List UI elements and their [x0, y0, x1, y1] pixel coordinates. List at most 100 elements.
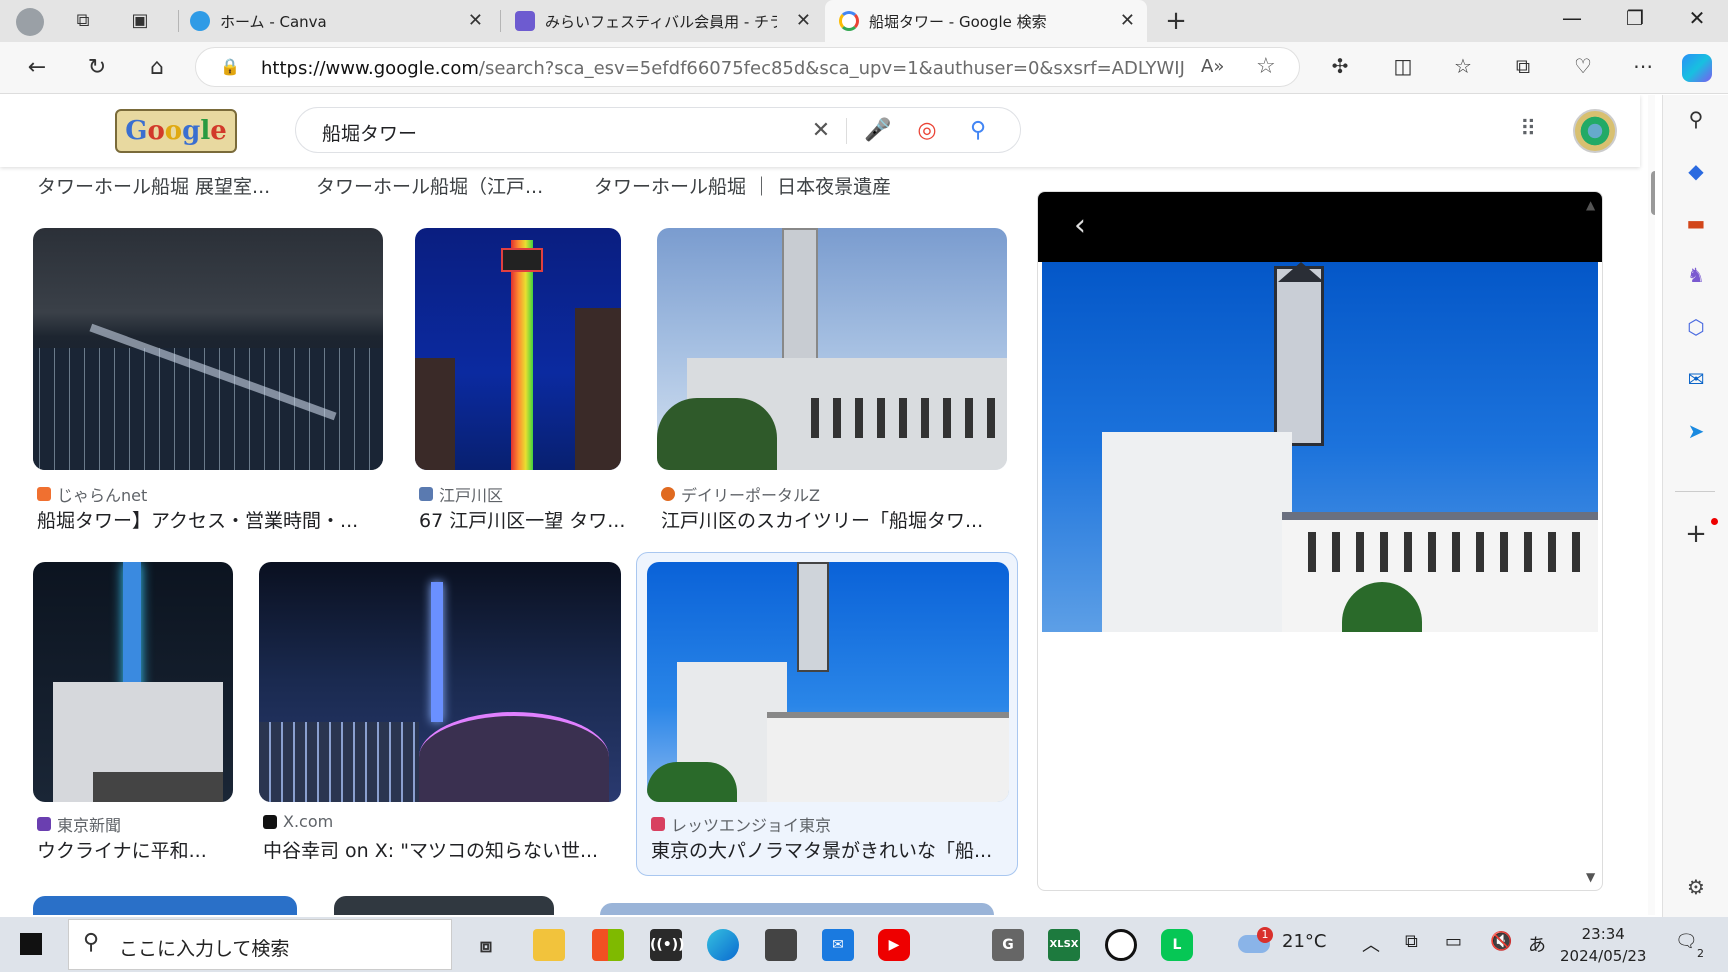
- read-aloud-icon[interactable]: A»: [1201, 56, 1224, 77]
- app-icon[interactable]: [1105, 929, 1137, 961]
- outlook-icon[interactable]: ✉: [1682, 365, 1710, 393]
- image-result[interactable]: X.com 中谷幸司 on X: "マツコの知らない世...: [259, 562, 625, 862]
- back-icon[interactable]: ←: [22, 54, 52, 82]
- media-icon[interactable]: ((•)): [650, 929, 685, 961]
- result-thumbnail[interactable]: [33, 228, 383, 470]
- youtube-icon[interactable]: ▶: [878, 929, 910, 961]
- result-title[interactable]: 東京の大パノラマタ景がきれいな「船...: [651, 836, 1006, 863]
- line-icon[interactable]: L: [1161, 929, 1193, 961]
- volume-mute-icon[interactable]: 🔇: [1490, 931, 1512, 952]
- result-thumbnail[interactable]: [657, 228, 1007, 470]
- edge-icon[interactable]: [707, 929, 739, 961]
- image-result[interactable]: [334, 896, 554, 915]
- page-scrollbar[interactable]: [1648, 95, 1655, 915]
- battery-icon[interactable]: ▭: [1445, 931, 1462, 952]
- new-tab-icon[interactable]: +: [1163, 8, 1189, 34]
- file-explorer-icon[interactable]: [533, 929, 565, 961]
- image-result[interactable]: 東京新聞 ウクライナに平和...: [33, 562, 233, 862]
- search-icon[interactable]: ⚲: [963, 118, 993, 143]
- tab-google[interactable]: 船堀タワー - Google 検索 ✕: [825, 0, 1147, 42]
- weather-temp[interactable]: 21°C: [1282, 931, 1326, 952]
- tray-app-icon[interactable]: ⧉: [1405, 931, 1418, 952]
- image-result[interactable]: [600, 903, 994, 915]
- games-icon[interactable]: ♞: [1682, 261, 1710, 289]
- extensions-icon[interactable]: ✣: [1325, 54, 1355, 78]
- excel-icon[interactable]: XLSX: [1048, 929, 1080, 961]
- search-input[interactable]: 船堀タワー: [322, 119, 417, 146]
- restore-icon[interactable]: ❐: [1615, 6, 1655, 30]
- split-screen-icon[interactable]: ◫: [1388, 54, 1418, 78]
- notification-icon[interactable]: 🗨: [1675, 931, 1698, 952]
- add-icon[interactable]: +: [1682, 520, 1710, 548]
- result-title[interactable]: 中谷幸司 on X: "マツコの知らない世...: [263, 836, 625, 863]
- microsoft365-icon[interactable]: ⬡: [1682, 313, 1710, 341]
- result-title[interactable]: ウクライナに平和...: [37, 836, 237, 863]
- related-search-2[interactable]: タワーホール船堀（江戸...: [316, 172, 543, 199]
- image-result[interactable]: レッツエンジョイ東京 東京の大パノラマタ景がきれいな「船...: [647, 562, 1009, 862]
- more-icon[interactable]: ⋯: [1628, 54, 1658, 78]
- browser-essentials-icon[interactable]: ♡: [1568, 54, 1598, 78]
- scroll-thumb[interactable]: [1651, 171, 1655, 215]
- image-result[interactable]: デイリーポータルZ 江戸川区のスカイツリー「船堀タワ...: [657, 228, 1017, 532]
- result-title[interactable]: 67 江戸川区一望 タワ...: [419, 506, 629, 533]
- google-app-icon[interactable]: G: [992, 929, 1024, 961]
- chevron-up-icon[interactable]: ︿: [1362, 931, 1380, 957]
- result-title[interactable]: 江戸川区のスカイツリー「船堀タワ...: [661, 506, 1011, 533]
- result-thumbnail[interactable]: [259, 562, 621, 802]
- close-tab-icon[interactable]: ✕: [468, 10, 483, 31]
- search-icon[interactable]: ⚲: [1682, 105, 1710, 133]
- related-search-1[interactable]: タワーホール船堀 展望室...: [37, 172, 270, 199]
- account-avatar[interactable]: [1573, 109, 1617, 153]
- clock[interactable]: 23:34 2024/05/23: [1560, 923, 1646, 967]
- image-result[interactable]: じゃらんnet 船堀タワー】アクセス・営業時間・...: [33, 228, 383, 532]
- close-tab-icon[interactable]: ✕: [796, 10, 811, 31]
- result-thumbnail[interactable]: [647, 562, 1009, 802]
- lens-icon[interactable]: ◎: [912, 118, 942, 143]
- minimize-icon[interactable]: —: [1552, 6, 1592, 30]
- tools-icon[interactable]: ▬: [1682, 209, 1710, 237]
- apps-grid-icon[interactable]: ⠿: [1520, 117, 1536, 142]
- preview-scroll-up-icon[interactable]: ▲: [1586, 198, 1595, 212]
- favorites-icon[interactable]: ☆: [1448, 54, 1478, 78]
- url-text[interactable]: https://www.google.com/search?sca_esv=5e…: [261, 58, 1186, 79]
- app-icon[interactable]: [765, 929, 797, 961]
- lock-icon[interactable]: 🔒: [220, 57, 240, 76]
- microsoft-store-icon[interactable]: [592, 929, 624, 961]
- result-thumbnail[interactable]: [33, 562, 233, 802]
- close-tab-icon[interactable]: ✕: [1120, 10, 1135, 31]
- clear-icon[interactable]: ✕: [806, 118, 836, 143]
- favorite-star-icon[interactable]: ☆: [1256, 54, 1276, 79]
- shopping-tag-icon[interactable]: ◆: [1682, 157, 1710, 185]
- image-result[interactable]: [33, 896, 297, 915]
- ime-mode[interactable]: あ: [1528, 931, 1546, 957]
- taskbar-search-input[interactable]: ここに入力して検索: [119, 934, 289, 961]
- tab-mirai[interactable]: みらいフェスティバル会員用 - チラシ（ ✕: [515, 0, 823, 42]
- related-search-3[interactable]: タワーホール船堀 ｜ 日本夜景遺産: [594, 172, 891, 199]
- task-view-icon[interactable]: ⧈: [470, 929, 502, 961]
- windows-start-icon[interactable]: [20, 933, 42, 955]
- preview-scroll-down-icon[interactable]: ▼: [1586, 870, 1595, 884]
- voice-search-icon[interactable]: 🎤: [863, 118, 893, 143]
- chevron-left-icon[interactable]: ‹: [1074, 208, 1086, 243]
- profile-icon[interactable]: [16, 8, 44, 36]
- close-window-icon[interactable]: ✕: [1677, 6, 1717, 30]
- home-icon[interactable]: ⌂: [142, 54, 172, 82]
- tab-actions-icon[interactable]: ▣: [127, 9, 153, 33]
- image-result[interactable]: 江戸川区 67 江戸川区一望 タワ...: [415, 228, 625, 532]
- url-bar[interactable]: 🔒 https://www.google.com/search?sca_esv=…: [195, 47, 1300, 87]
- copilot-icon[interactable]: [1682, 54, 1712, 82]
- result-thumbnail[interactable]: [415, 228, 621, 470]
- mail-icon[interactable]: ✉: [822, 929, 854, 961]
- result-title[interactable]: 船堀タワー】アクセス・営業時間・...: [37, 506, 377, 533]
- search-box[interactable]: 船堀タワー ✕ 🎤 ◎ ⚲: [295, 107, 1021, 153]
- tab-canva[interactable]: ホーム - Canva ✕: [190, 0, 495, 42]
- settings-icon[interactable]: ⚙: [1682, 873, 1710, 901]
- preview-image[interactable]: [1042, 262, 1598, 632]
- refresh-icon[interactable]: ↻: [82, 54, 112, 82]
- google-g-icon: [839, 11, 859, 31]
- collections-icon[interactable]: ⧉: [1508, 54, 1538, 78]
- collections-icon[interactable]: ⧉: [70, 9, 96, 33]
- google-doodle-logo[interactable]: Google: [115, 109, 237, 153]
- taskbar-search[interactable]: ⚲ ここに入力して検索: [68, 919, 452, 970]
- send-icon[interactable]: ➤: [1682, 417, 1710, 445]
